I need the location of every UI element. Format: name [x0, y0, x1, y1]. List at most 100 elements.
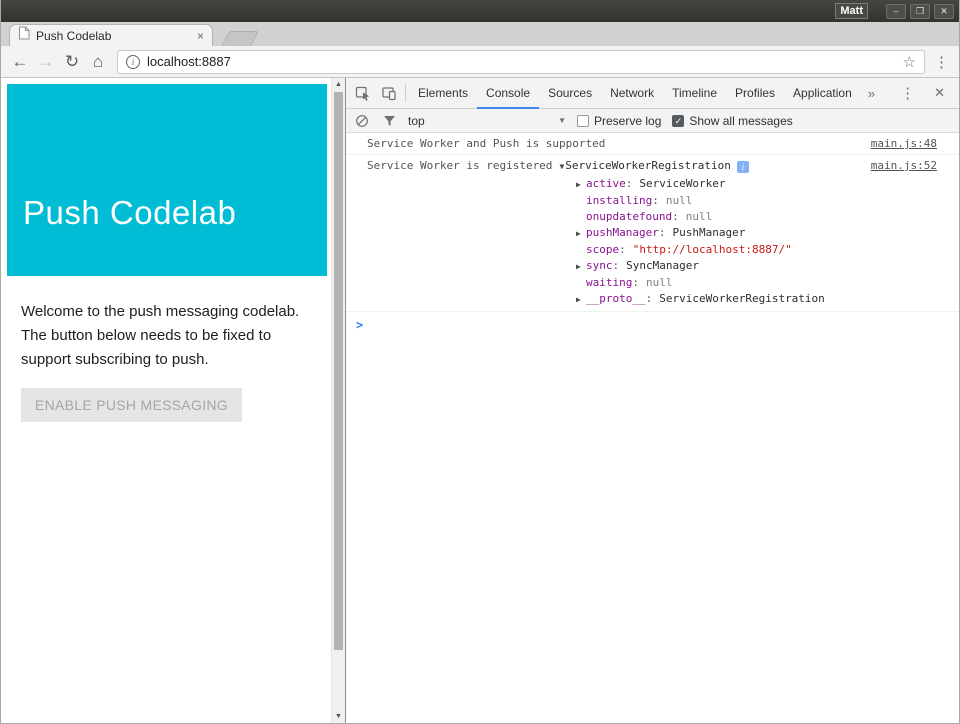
colon: : — [659, 226, 666, 239]
tab-elements[interactable]: Elements — [409, 78, 477, 108]
log-text: Service Worker is registered — [367, 159, 552, 173]
tree-row[interactable]: onupdatefound: null — [576, 209, 937, 225]
browser-window: Matt – ❐ ✕ Push Codelab × ← → ↻ ⌂ i loca… — [0, 0, 960, 724]
clear-console-icon[interactable] — [354, 109, 370, 132]
tab-console[interactable]: Console — [477, 78, 539, 108]
web-page: Push Codelab Welcome to the push messagi… — [1, 78, 345, 723]
checkbox-box — [577, 115, 589, 127]
devtools-menu-icon[interactable]: ⋮ — [891, 84, 924, 102]
tab-strip: Push Codelab × — [1, 22, 959, 46]
property-value: null — [666, 194, 693, 207]
session-user-label: Matt — [835, 3, 868, 19]
console-message: Service Worker is registered ▼ ServiceWo… — [346, 155, 959, 312]
tab-application[interactable]: Application — [784, 78, 861, 108]
os-titlebar: Matt – ❐ ✕ — [1, 0, 959, 22]
show-all-messages-checkbox[interactable]: ✓ Show all messages — [672, 114, 792, 128]
property-value: null — [646, 276, 673, 289]
scroll-up-icon[interactable]: ▲ — [332, 81, 345, 88]
devtools-close-icon[interactable]: ✕ — [924, 85, 955, 101]
property-value: null — [686, 210, 713, 223]
property-name: scope — [586, 243, 619, 256]
tab-sources[interactable]: Sources — [539, 78, 601, 108]
tab-network[interactable]: Network — [601, 78, 663, 108]
reload-icon[interactable]: ↻ — [59, 52, 85, 72]
tab-close-icon[interactable]: × — [197, 30, 204, 42]
property-value: ServiceWorkerRegistration — [659, 292, 825, 305]
colon: : — [613, 259, 620, 272]
device-toolbar-icon[interactable] — [376, 78, 402, 108]
bookmark-star-icon[interactable]: ☆ — [903, 53, 916, 71]
check-icon: ✓ — [675, 116, 683, 126]
page-scrollbar[interactable]: ▲ ▼ — [331, 78, 345, 723]
filter-icon[interactable] — [381, 109, 397, 132]
colon: : — [632, 276, 639, 289]
info-icon: i — [737, 161, 749, 173]
tree-row[interactable]: ▶active: ServiceWorker — [576, 176, 937, 193]
console-toolbar: top ▼ Preserve log ✓ Show all messages — [346, 109, 959, 133]
property-name: sync — [586, 259, 613, 272]
source-link[interactable]: main.js:52 — [871, 159, 937, 173]
property-name: onupdatefound — [586, 210, 672, 223]
url-text[interactable]: localhost:8887 — [147, 54, 231, 69]
checkbox-label: Show all messages — [689, 114, 792, 128]
source-link[interactable]: main.js:48 — [871, 137, 937, 151]
forward-icon: → — [33, 52, 59, 72]
preserve-log-checkbox[interactable]: Preserve log — [577, 114, 661, 128]
page-info-icon[interactable]: i — [126, 55, 140, 69]
page-paragraph: Welcome to the push messaging codelab. T… — [21, 300, 321, 372]
prompt-chevron-icon: > — [356, 318, 363, 332]
close-window-button[interactable]: ✕ — [934, 4, 954, 19]
page-hero-banner: Push Codelab — [7, 84, 327, 276]
colon: : — [626, 177, 633, 190]
checkbox-box: ✓ — [672, 115, 684, 127]
scroll-down-icon[interactable]: ▼ — [332, 713, 345, 720]
expand-arrow-icon[interactable]: ▶ — [576, 177, 586, 193]
console-messages: Service Worker and Push is supported mai… — [346, 133, 959, 723]
property-name: installing — [586, 194, 652, 207]
address-bar[interactable]: i localhost:8887 ☆ — [117, 50, 925, 74]
console-prompt[interactable]: > — [346, 312, 959, 332]
expand-collapse-icon[interactable]: ▼ — [559, 160, 564, 174]
tree-row[interactable]: ▶sync:SyncManager — [576, 258, 937, 275]
property-value: PushManager — [672, 226, 745, 239]
tree-row[interactable]: installing: null — [576, 193, 937, 209]
enable-push-button[interactable]: ENABLE PUSH MESSAGING — [21, 388, 242, 422]
log-text: Service Worker and Push is supported — [367, 137, 605, 151]
devtools-tabbar: Elements Console Sources Network Timelin… — [346, 78, 959, 109]
tab-title: Push Codelab — [36, 29, 191, 43]
context-label: top — [408, 114, 425, 128]
colon: : — [672, 210, 679, 223]
property-name: pushManager — [586, 226, 659, 239]
tab-profiles[interactable]: Profiles — [726, 78, 784, 108]
property-name: active — [586, 177, 626, 190]
new-tab-button[interactable] — [221, 31, 259, 46]
maximize-button[interactable]: ❐ — [910, 4, 930, 19]
property-name: waiting — [586, 276, 632, 289]
expand-arrow-icon[interactable]: ▶ — [576, 226, 586, 242]
minimize-button[interactable]: – — [886, 4, 906, 19]
page-favicon-icon — [18, 26, 30, 45]
execution-context-selector[interactable]: top ▼ — [408, 114, 566, 128]
browser-tab[interactable]: Push Codelab × — [9, 24, 213, 46]
tree-row[interactable]: scope:"http://localhost:8887/" — [576, 242, 937, 258]
page-title: Push Codelab — [23, 194, 236, 232]
chevron-down-icon: ▼ — [558, 116, 566, 125]
tree-row[interactable]: ▶pushManager: PushManager — [576, 225, 937, 242]
tab-timeline[interactable]: Timeline — [663, 78, 726, 108]
property-value: "http://localhost:8887/" — [633, 243, 792, 256]
back-icon[interactable]: ← — [7, 52, 33, 72]
expand-arrow-icon[interactable]: ▶ — [576, 259, 586, 275]
expand-arrow-icon[interactable]: ▶ — [576, 292, 586, 308]
checkbox-label: Preserve log — [594, 114, 661, 128]
toolbar-divider — [405, 84, 406, 102]
tree-row[interactable]: ▶__proto__:ServiceWorkerRegistration — [576, 291, 937, 308]
object-class-name[interactable]: ServiceWorkerRegistration — [565, 159, 731, 173]
property-value: ServiceWorker — [639, 177, 725, 190]
browser-menu-icon[interactable]: ⋮ — [931, 53, 953, 71]
inspect-element-icon[interactable] — [350, 78, 376, 108]
colon: : — [652, 194, 659, 207]
scrollbar-thumb[interactable] — [334, 92, 343, 650]
home-icon[interactable]: ⌂ — [85, 52, 111, 72]
tree-row[interactable]: waiting: null — [576, 275, 937, 291]
more-tabs-icon[interactable]: » — [861, 86, 882, 101]
